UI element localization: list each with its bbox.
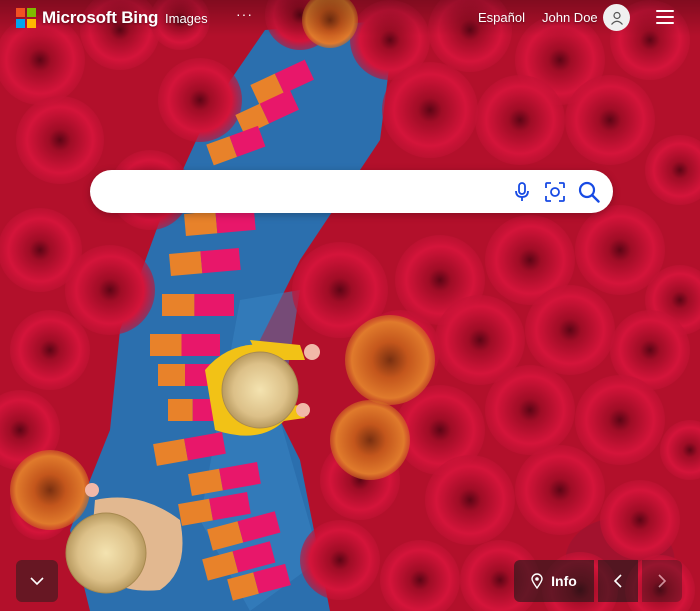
top-bar: Microsoft Bing Images ··· Español John D… xyxy=(0,0,700,36)
incense-stick-bundle xyxy=(150,334,220,356)
incense-bundle-red xyxy=(660,420,700,480)
user-icon xyxy=(610,11,623,25)
incense-bundle-red xyxy=(65,245,155,335)
incense-bundle-red xyxy=(565,75,655,165)
incense-bundle-red xyxy=(485,365,575,455)
visual-search-icon[interactable] xyxy=(542,179,568,205)
background-image xyxy=(0,0,700,611)
info-button[interactable]: Info xyxy=(514,560,594,602)
incense-stick-bundle xyxy=(162,294,234,316)
brand-name: Microsoft Bing xyxy=(42,8,159,27)
incense-bundle-red xyxy=(525,285,615,375)
microphone-icon[interactable] xyxy=(509,179,535,205)
incense-bundle-red xyxy=(380,540,460,611)
incense-bundle-red xyxy=(515,445,605,535)
incense-bundle-red xyxy=(300,520,380,600)
image-controls: Info xyxy=(514,560,682,602)
incense-bundle-orange xyxy=(10,450,90,530)
incense-bundle-red xyxy=(425,455,515,545)
language-link[interactable]: Español xyxy=(478,10,525,25)
user-name[interactable]: John Doe xyxy=(542,10,598,25)
chevron-down-icon xyxy=(30,577,44,586)
incense-bundle-red xyxy=(10,310,90,390)
avatar[interactable] xyxy=(603,4,630,31)
incense-bundle-red xyxy=(575,375,665,465)
search-box xyxy=(90,170,613,213)
menu-icon[interactable] xyxy=(656,10,674,24)
incense-bundle-red xyxy=(475,75,565,165)
incense-bundle-red xyxy=(16,96,104,184)
incense-bundle-orange xyxy=(330,400,410,480)
incense-drying-scene xyxy=(0,0,700,611)
scroll-down-button[interactable] xyxy=(16,560,58,602)
search-icon[interactable] xyxy=(576,179,602,205)
incense-bundle-red xyxy=(382,62,478,158)
location-pin-icon xyxy=(531,573,543,589)
more-options-button[interactable]: ··· xyxy=(236,6,253,22)
nav-images-link[interactable]: Images xyxy=(165,11,208,26)
incense-bundle-orange xyxy=(345,315,435,405)
incense-bundle-red xyxy=(645,135,700,205)
next-image-button[interactable] xyxy=(642,560,682,602)
incense-bundle-red xyxy=(158,58,242,142)
bing-logo-link[interactable]: Microsoft Bing xyxy=(16,8,158,28)
incense-bundle-red xyxy=(600,480,680,560)
microsoft-logo-icon xyxy=(16,8,36,28)
previous-image-button[interactable] xyxy=(598,560,638,602)
chevron-right-icon xyxy=(658,574,667,588)
chevron-left-icon xyxy=(613,574,622,588)
info-label: Info xyxy=(551,573,577,589)
search-input[interactable] xyxy=(110,180,504,204)
